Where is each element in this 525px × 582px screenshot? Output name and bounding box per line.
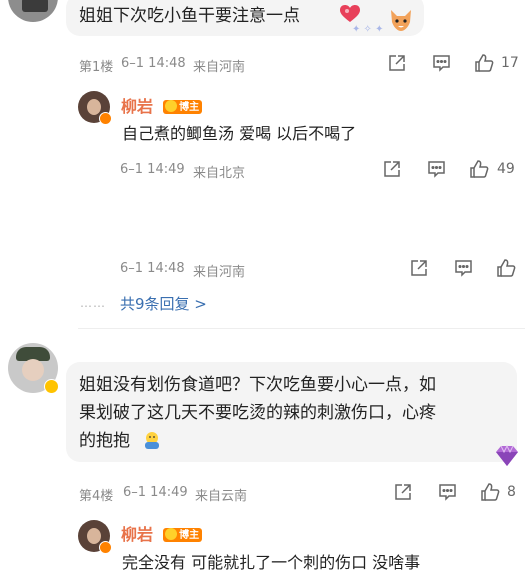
comment-bubble: 姐姐没有划伤食道吧？下次吃鱼要小心一点，如 果划破了这几天不要吃烫的辣的刺激伤口… <box>66 362 518 466</box>
comment-time: 6–1 14:48 <box>121 56 186 71</box>
share-icon[interactable] <box>388 54 406 72</box>
comment-text: 姐姐下次吃小鱼干要注意一点 <box>79 6 300 26</box>
comment-location: 来自河南 <box>193 60 246 75</box>
thumbs-up-icon[interactable] <box>469 159 489 179</box>
comment-icon[interactable] <box>438 483 457 501</box>
diamond-sticker-icon <box>494 444 520 468</box>
crown-icon <box>165 528 178 540</box>
reply-text: 完全没有 可能就扎了一个刺的伤口 没啥事 <box>122 553 421 572</box>
heart-sticker-icon <box>340 5 360 23</box>
comment-text-line-3: 的抱抱 <box>79 431 130 451</box>
share-icon[interactable] <box>394 483 412 501</box>
reply-text: 自己煮的鲫鱼汤 爱喝 以后不喝了 <box>122 124 357 143</box>
comment-bubble: 姐姐下次吃小鱼干要注意一点 ✦ ✧ ✦ <box>66 0 424 36</box>
thumbs-up-icon[interactable] <box>474 53 494 73</box>
comment-location: 来自云南 <box>195 489 248 504</box>
comment-time: 6–1 14:49 <box>123 485 188 500</box>
fox-sticker-icon <box>388 8 414 32</box>
thumbs-up-icon[interactable] <box>496 258 516 278</box>
crown-icon <box>165 100 178 112</box>
more-dots: …… <box>80 296 106 310</box>
reply-author-name[interactable]: 柳岩 <box>121 525 153 544</box>
floor-label: 第4楼 <box>79 489 114 504</box>
comment-text-line-2: 果划破了这几天不要吃烫的辣的刺激伤口，心疼 <box>79 403 436 423</box>
blogger-badge: 博主 <box>163 528 203 542</box>
comment-icon[interactable] <box>432 54 451 72</box>
reply-location: 来自河南 <box>193 265 246 280</box>
floor-label: 第1楼 <box>79 60 114 75</box>
reply-author-row: 柳岩 博主 <box>121 93 203 117</box>
blogger-badge-label: 博主 <box>179 530 200 541</box>
like-count: 49 <box>497 161 515 177</box>
thumbs-up-icon[interactable] <box>480 482 500 502</box>
blogger-badge: 博主 <box>163 100 203 114</box>
verified-badge-icon <box>44 379 59 394</box>
blogger-badge-label: 博主 <box>179 102 200 113</box>
comment-text-line-1: 姐姐没有划伤食道吧？下次吃鱼要小心一点，如 <box>79 375 436 395</box>
reply-location: 来自北京 <box>193 166 246 181</box>
share-icon[interactable] <box>383 160 401 178</box>
like-count: 8 <box>507 484 516 500</box>
comment-icon[interactable] <box>427 160 446 178</box>
reply-author-row: 柳岩 博主 <box>121 521 203 545</box>
reply-time: 6–1 14:48 <box>120 261 185 276</box>
view-all-replies-link[interactable]: 共9条回复 > <box>120 293 207 314</box>
share-icon[interactable] <box>410 259 428 277</box>
commenter-avatar[interactable] <box>8 0 58 22</box>
reply-time: 6–1 14:49 <box>120 162 185 177</box>
reply-author-name[interactable]: 柳岩 <box>121 97 153 116</box>
verified-badge-icon <box>99 541 112 554</box>
comment-divider <box>78 328 525 329</box>
like-count: 17 <box>501 55 519 71</box>
sparkle-decoration-icon: ✦ ✧ ✦ <box>352 24 384 35</box>
comment-icon[interactable] <box>454 259 473 277</box>
hug-emoji-icon <box>142 430 162 450</box>
verified-badge-icon <box>99 112 112 125</box>
